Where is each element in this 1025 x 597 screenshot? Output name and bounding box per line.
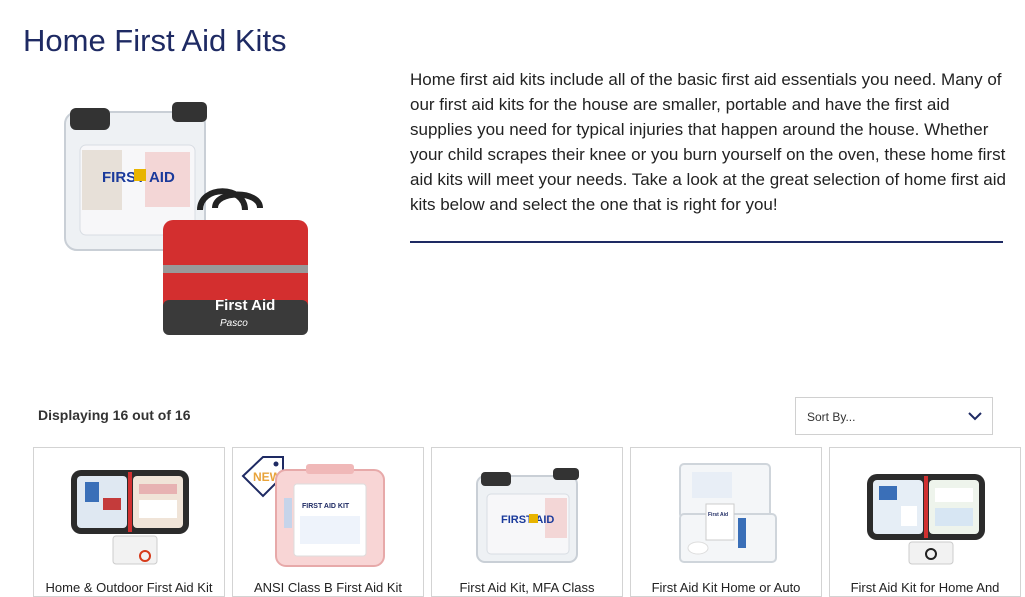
product-card[interactable]: First Aid Kit for Home And (829, 447, 1021, 597)
page-title: Home First Aid Kits (23, 23, 287, 58)
product-image: First Aid (679, 463, 777, 563)
product-box-label: FIRST AID KIT (302, 503, 350, 510)
product-card[interactable]: Home & Outdoor First Aid Kit (33, 447, 225, 597)
section-divider (410, 241, 1003, 243)
sort-dropdown-label: Sort By... (807, 410, 856, 424)
product-image (71, 470, 189, 565)
product-card[interactable]: FIRST AID First Aid Kit, MFA Class (431, 447, 623, 597)
product-case-label: FIRST AID (501, 514, 554, 526)
product-image: FIRST AID KIT (275, 464, 385, 567)
hero-brand-label: Pasco (220, 318, 248, 329)
product-grid: Home & Outdoor First Aid Kit NEW FIRST A… (33, 447, 1025, 597)
sort-dropdown[interactable]: Sort By... (795, 397, 993, 435)
result-count: Displaying 16 out of 16 (38, 407, 191, 423)
product-card[interactable]: First Aid First Aid Kit Home or Auto (630, 447, 822, 597)
hero-first-aid-kits-image: FIRST AID First Aid Pasco (64, 102, 308, 335)
chevron-down-icon (968, 412, 982, 421)
page-description: Home first aid kits include all of the b… (410, 70, 1006, 214)
product-card[interactable]: NEW FIRST AID KIT ANSI Class B First Aid… (232, 447, 424, 597)
product-pack-label: First Aid (708, 512, 728, 518)
hero-bag-label: First Aid (215, 297, 275, 314)
product-image (867, 474, 985, 565)
product-image: FIRST AID (476, 468, 579, 563)
